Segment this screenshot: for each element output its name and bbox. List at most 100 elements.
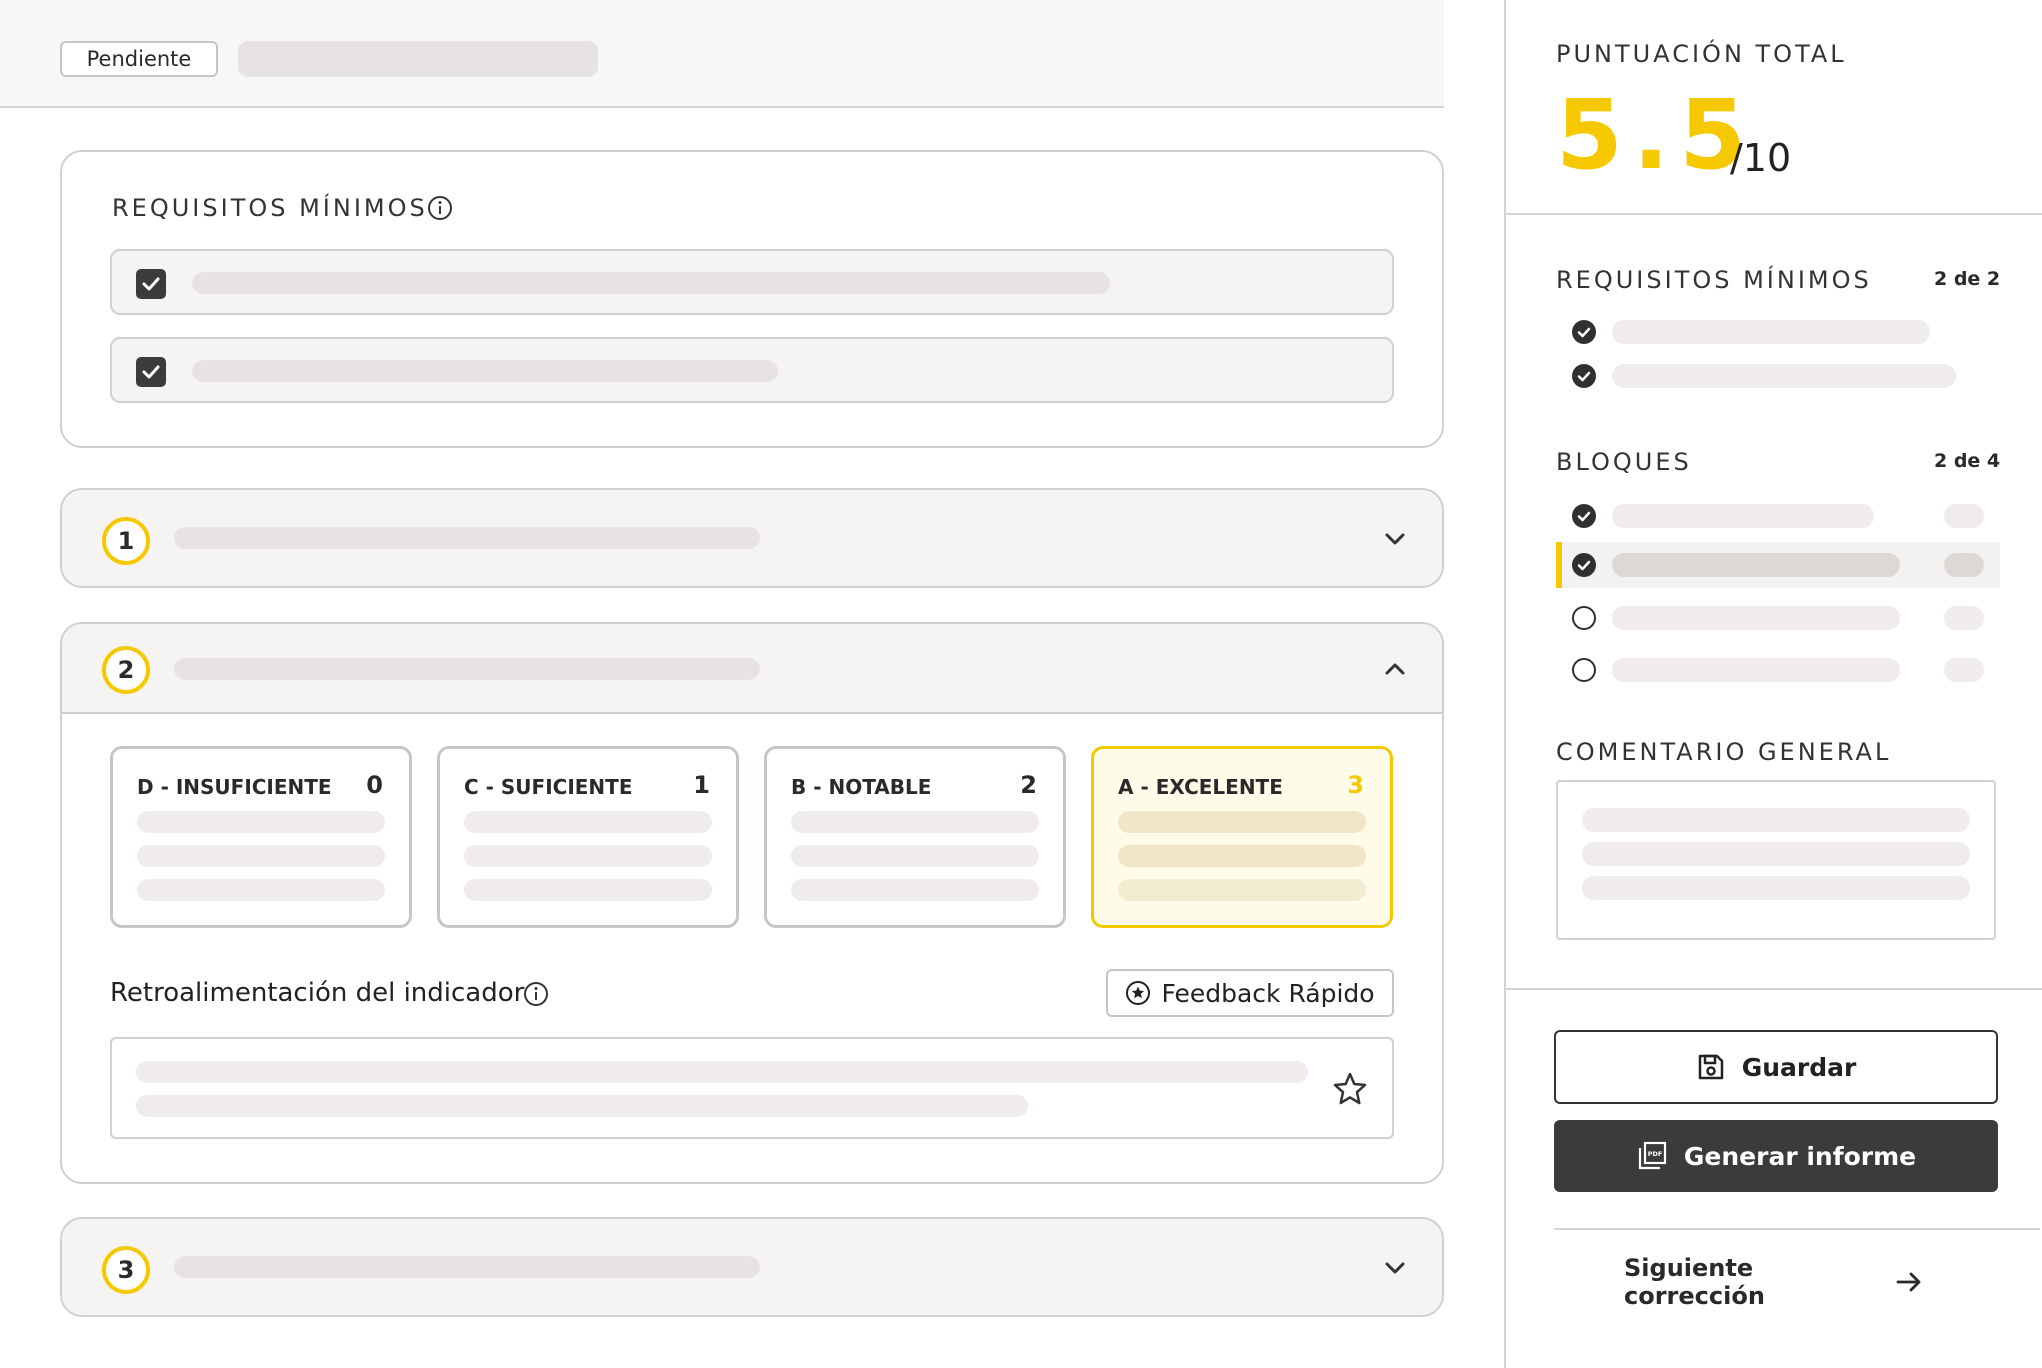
checkbox-checked-icon[interactable] [136, 269, 166, 299]
text-placeholder [1118, 811, 1366, 833]
check-circle-icon [1572, 553, 1596, 577]
block-2-header[interactable]: 2 [62, 624, 1442, 714]
quick-feedback-label: Feedback Rápido [1161, 978, 1375, 1008]
score-placeholder [1944, 553, 1984, 577]
requirements-count: 2 de 2 [1934, 268, 2001, 290]
check-circle-icon [1572, 320, 1596, 344]
block-number: 3 [102, 1246, 150, 1294]
summary-sidebar: PUNTUACIÓN TOTAL 5.5 /10 REQUISITOS MÍNI… [1504, 0, 2042, 1368]
grade-option-a-selected[interactable]: A - EXCELENTE 3 [1091, 746, 1393, 928]
block-summary-item[interactable] [1556, 598, 2000, 638]
block-title-placeholder [174, 658, 760, 680]
checkbox-checked-icon[interactable] [136, 357, 166, 387]
empty-circle-icon [1572, 606, 1596, 630]
total-score-value: 5.5 [1556, 79, 1757, 191]
check-circle-icon [1572, 364, 1596, 388]
title-placeholder [238, 41, 598, 77]
text-placeholder [1612, 606, 1900, 630]
text-placeholder [1118, 879, 1366, 901]
pdf-icon: PDF [1636, 1140, 1668, 1172]
total-score-max: /10 [1730, 136, 1792, 180]
text-placeholder [791, 845, 1039, 867]
header-bar: Pendiente [0, 0, 1444, 108]
text-placeholder [136, 1095, 1028, 1117]
block-3-header[interactable]: 3 [60, 1217, 1444, 1317]
text-placeholder [1612, 320, 1930, 344]
chevron-down-icon[interactable] [1384, 528, 1406, 550]
chevron-down-icon[interactable] [1384, 1257, 1406, 1279]
text-placeholder [1612, 553, 1900, 577]
save-icon [1696, 1052, 1726, 1082]
grade-label: C - SUFICIENTE [464, 775, 633, 799]
text-placeholder [791, 879, 1039, 901]
grade-label: A - EXCELENTE [1118, 775, 1283, 799]
text-placeholder [791, 811, 1039, 833]
grade-label: B - NOTABLE [791, 775, 932, 799]
empty-circle-icon [1572, 658, 1596, 682]
info-icon[interactable] [426, 194, 454, 222]
info-icon[interactable] [522, 980, 550, 1008]
total-score-label: PUNTUACIÓN TOTAL [1556, 40, 1847, 68]
block-title-placeholder [174, 1256, 760, 1278]
grade-option-c[interactable]: C - SUFICIENTE 1 [437, 746, 739, 928]
quick-feedback-button[interactable]: Feedback Rápido [1106, 969, 1394, 1017]
grade-score: 1 [693, 771, 710, 799]
star-circle-icon [1125, 980, 1151, 1006]
comment-label: COMENTARIO GENERAL [1556, 738, 1892, 766]
block-1-header[interactable]: 1 [60, 488, 1444, 588]
text-placeholder [192, 272, 1110, 294]
generate-report-button[interactable]: PDF Generar informe [1554, 1120, 1998, 1192]
comment-textarea[interactable] [1556, 780, 1996, 940]
text-placeholder [464, 811, 712, 833]
text-placeholder [1582, 808, 1970, 832]
requirements-title: REQUISITOS MÍNIMOS [112, 194, 428, 222]
grade-option-d[interactable]: D - INSUFICIENTE 0 [110, 746, 412, 928]
generate-report-label: Generar informe [1683, 1141, 1917, 1171]
block-summary-item[interactable] [1556, 496, 2000, 536]
next-correction-label: Siguiente corrección [1624, 1254, 1765, 1310]
score-placeholder [1944, 606, 1984, 630]
feedback-textarea[interactable] [110, 1037, 1394, 1139]
text-placeholder [136, 1061, 1308, 1083]
divider [1554, 1228, 2040, 1230]
block-summary-item-active[interactable] [1556, 542, 2000, 588]
divider [1506, 213, 2042, 215]
divider [1506, 988, 2042, 990]
blocks-count: 2 de 4 [1934, 450, 2001, 472]
feedback-title: Retroalimentación del indicador [110, 978, 525, 1008]
requirement-item[interactable] [110, 337, 1394, 403]
active-indicator [1556, 542, 1562, 588]
blocks-summary-label: BLOQUES [1556, 448, 1692, 476]
text-placeholder [1612, 504, 1874, 528]
save-label: Guardar [1741, 1052, 1857, 1082]
requirement-item[interactable] [110, 249, 1394, 315]
score-placeholder [1944, 658, 1984, 682]
score-placeholder [1944, 504, 1984, 528]
block-summary-item[interactable] [1556, 650, 2000, 690]
check-circle-icon [1572, 504, 1596, 528]
grade-label: D - INSUFICIENTE [137, 775, 332, 799]
text-placeholder [192, 360, 778, 382]
svg-text:PDF: PDF [1648, 1150, 1663, 1158]
text-placeholder [464, 879, 712, 901]
block-title-placeholder [174, 527, 760, 549]
text-placeholder [1582, 842, 1970, 866]
text-placeholder [464, 845, 712, 867]
save-button[interactable]: Guardar [1554, 1030, 1998, 1104]
star-icon[interactable] [1332, 1071, 1368, 1107]
text-placeholder [1582, 876, 1970, 900]
grade-option-b[interactable]: B - NOTABLE 2 [764, 746, 1066, 928]
arrow-right-icon [1894, 1267, 1924, 1297]
text-placeholder [137, 845, 385, 867]
status-badge: Pendiente [60, 41, 218, 77]
text-placeholder [137, 811, 385, 833]
text-placeholder [1118, 845, 1366, 867]
grade-score: 2 [1020, 771, 1037, 799]
chevron-up-icon[interactable] [1384, 658, 1406, 680]
text-placeholder [137, 879, 385, 901]
block-number: 1 [102, 517, 150, 565]
next-correction-link[interactable]: Siguiente corrección [1624, 1254, 1924, 1310]
block-number: 2 [102, 646, 150, 694]
requirements-summary-label: REQUISITOS MÍNIMOS [1556, 266, 1872, 294]
text-placeholder [1612, 364, 1956, 388]
